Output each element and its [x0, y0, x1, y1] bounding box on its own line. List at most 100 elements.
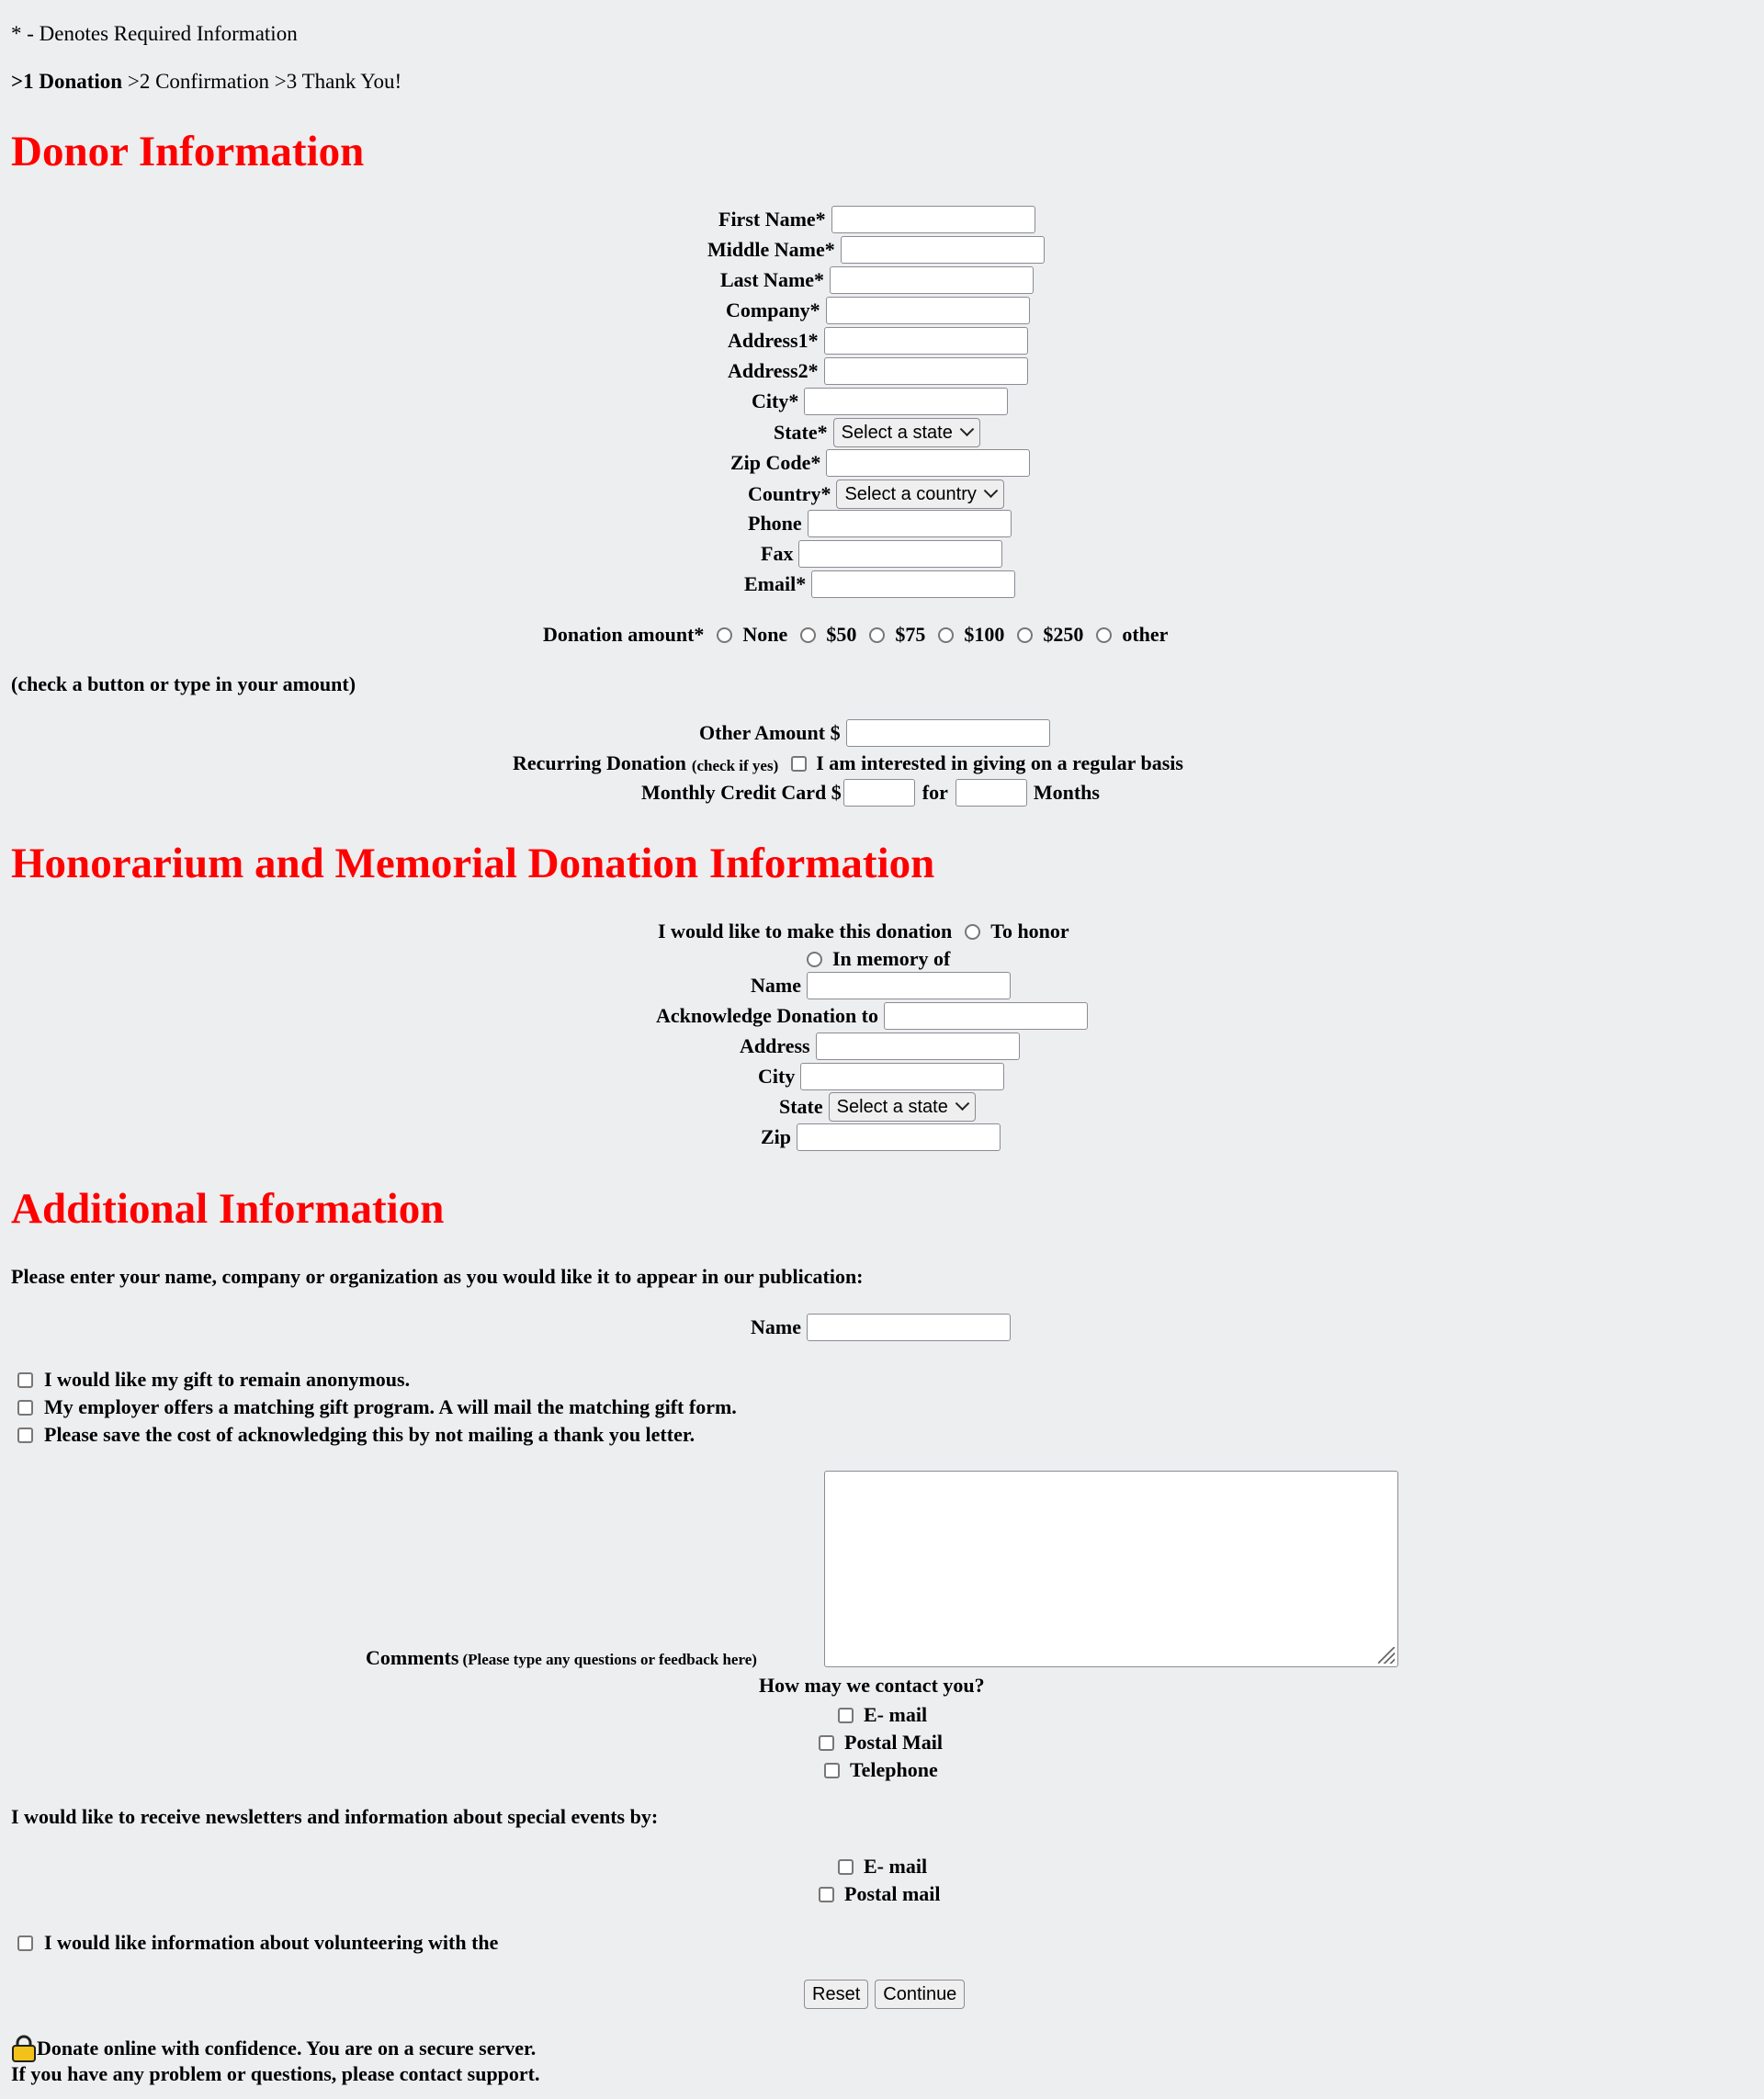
radio-100-label: $100 [964, 623, 1005, 646]
address1-input[interactable] [823, 327, 1028, 355]
contact-question: How may we contact you? [759, 1674, 985, 1697]
honor-zip-row: Zip [761, 1123, 1001, 1151]
honor-city-label: City [758, 1065, 796, 1088]
volunteer-label: I would like information about volunteer… [44, 1931, 499, 1954]
recurring-row: Recurring Donation (check if yes) I am i… [513, 751, 1183, 775]
last-name-input[interactable] [830, 266, 1035, 294]
phone-input[interactable] [807, 510, 1012, 537]
anonymous-checkbox[interactable] [17, 1371, 33, 1388]
radio-none-label: None [742, 623, 788, 646]
publication-name-label: Name [751, 1315, 801, 1338]
fax-input[interactable] [798, 540, 1003, 568]
contact-phone-checkbox[interactable] [824, 1762, 840, 1778]
radio-75-label: $75 [895, 623, 926, 646]
state-label: State* [774, 421, 828, 444]
honor-zip-input[interactable] [797, 1123, 1001, 1151]
save-cost-checkbox[interactable] [17, 1427, 33, 1443]
chevron-down-icon [955, 1095, 970, 1111]
state-row: State* Select a state [774, 418, 980, 447]
contact-email-checkbox[interactable] [838, 1707, 854, 1723]
donor-information-heading: Donor Information [11, 128, 365, 175]
support-note: If you have any problem or questions, pl… [11, 2062, 540, 2085]
monthly-amount-input[interactable] [842, 779, 915, 807]
middle-name-row: Middle Name* [707, 236, 1045, 264]
publication-name-input[interactable] [806, 1314, 1011, 1341]
honor-state-select-value: Select a state [836, 1096, 948, 1117]
radio-75[interactable] [869, 626, 886, 643]
secure-note: Donate online with confidence. You are o… [37, 2037, 537, 2060]
volunteer-checkbox[interactable] [17, 1935, 33, 1951]
other-amount-row: Other Amount $ [699, 719, 1050, 747]
state-select[interactable]: Select a state [832, 418, 980, 447]
honor-address-row: Address [740, 1033, 1020, 1060]
acknowledge-row: Acknowledge Donation to [656, 1002, 1089, 1030]
form-buttons: Reset Continue [804, 1980, 966, 2009]
resize-handle-icon[interactable] [1378, 1647, 1395, 1664]
chevron-down-icon [959, 421, 975, 436]
last-name-row: Last Name* [720, 266, 1035, 294]
company-input[interactable] [825, 297, 1030, 324]
radio-250[interactable] [1017, 626, 1034, 643]
contact-phone-label: Telephone [850, 1758, 938, 1781]
anonymous-label: I would like my gift to remain anonymous… [44, 1368, 411, 1391]
monthly-row: Monthly Credit Card $ for Months [641, 779, 1100, 807]
honor-city-row: City [758, 1063, 1005, 1090]
honor-name-label: Name [751, 974, 801, 997]
honor-address-input[interactable] [815, 1033, 1020, 1060]
zip-label: Zip Code* [730, 451, 821, 474]
comments-textarea[interactable] [824, 1471, 1398, 1667]
publication-name-row: Name [751, 1314, 1011, 1341]
radio-other[interactable] [1096, 626, 1113, 643]
radio-in-memory[interactable] [807, 951, 822, 967]
news-email-row: E- mail [838, 1855, 927, 1879]
reset-button[interactable]: Reset [804, 1980, 869, 2009]
email-input[interactable] [811, 570, 1016, 598]
radio-100[interactable] [938, 626, 955, 643]
recurring-checkbox[interactable] [791, 755, 808, 772]
continue-button[interactable]: Continue [875, 1980, 966, 2009]
months-input[interactable] [955, 779, 1027, 807]
country-select[interactable]: Select a country [836, 480, 1004, 509]
honor-address-label: Address [740, 1034, 810, 1057]
honorarium-heading: Honorarium and Memorial Donation Informa… [11, 840, 935, 887]
recurring-check-label: I am interested in giving on a regular b… [816, 751, 1183, 774]
news-email-checkbox[interactable] [838, 1858, 854, 1875]
acknowledge-input[interactable] [884, 1002, 1089, 1030]
honor-name-input[interactable] [806, 972, 1011, 999]
first-name-input[interactable] [831, 206, 1035, 233]
employer-checkbox[interactable] [17, 1399, 33, 1416]
anonymous-row: I would like my gift to remain anonymous… [17, 1368, 410, 1392]
address2-input[interactable] [823, 357, 1028, 385]
save-cost-label: Please save the cost of acknowledging th… [44, 1423, 695, 1446]
honor-state-select[interactable]: Select a state [828, 1092, 976, 1122]
first-name-label: First Name* [718, 208, 826, 231]
chevron-down-icon [983, 482, 999, 498]
city-label: City* [752, 389, 799, 412]
contact-postal-checkbox[interactable] [819, 1734, 834, 1751]
middle-name-input[interactable] [840, 236, 1045, 264]
secure-note-row: Donate online with confidence. You are o… [11, 2035, 536, 2062]
contact-email-row: E- mail [838, 1703, 927, 1727]
company-row: Company* [726, 297, 1030, 324]
radio-50[interactable] [800, 626, 817, 643]
honor-city-input[interactable] [800, 1063, 1005, 1090]
radio-none[interactable] [717, 626, 733, 643]
radio-to-honor[interactable] [965, 923, 981, 940]
country-label: Country* [748, 482, 831, 505]
other-amount-label: Other Amount $ [699, 721, 841, 744]
phone-row: Phone [748, 510, 1012, 537]
zip-row: Zip Code* [730, 449, 1031, 477]
step-breadcrumb: >1 Donation >2 Confirmation >3 Thank You… [11, 70, 401, 94]
zip-input[interactable] [826, 449, 1031, 477]
news-postal-checkbox[interactable] [819, 1886, 834, 1902]
first-name-row: First Name* [718, 206, 1035, 233]
last-name-label: Last Name* [720, 268, 825, 291]
other-amount-input[interactable] [845, 719, 1050, 747]
for-label: for [922, 781, 948, 804]
city-input[interactable] [804, 388, 1009, 415]
company-label: Company* [726, 299, 820, 322]
honor-state-row: State Select a state [779, 1092, 976, 1122]
contact-postal-row: Postal Mail [819, 1731, 943, 1755]
news-postal-label: Postal mail [844, 1882, 941, 1905]
newsletter-note: I would like to receive newsletters and … [11, 1805, 659, 1828]
